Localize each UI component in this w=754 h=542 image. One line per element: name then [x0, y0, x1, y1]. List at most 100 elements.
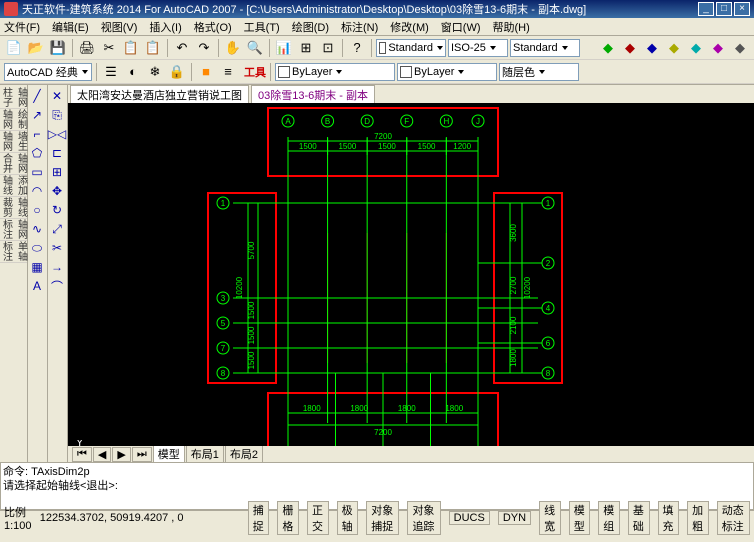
- pan-icon[interactable]: ✋: [223, 38, 243, 58]
- nav-prev-icon[interactable]: ◀: [93, 447, 111, 462]
- status-otrack[interactable]: 对象追踪: [407, 501, 440, 535]
- status-lwt[interactable]: 线宽: [539, 501, 561, 535]
- undo-icon[interactable]: ↶: [172, 38, 192, 58]
- side-add[interactable]: 添加轴线: [0, 175, 27, 197]
- copy2-icon[interactable]: ⎘: [48, 106, 66, 124]
- t7-icon[interactable]: ◆: [730, 38, 750, 58]
- layer-off-icon[interactable]: ◐: [123, 62, 143, 82]
- menu-format[interactable]: 格式(O): [194, 19, 232, 35]
- hatch-icon[interactable]: ▦: [28, 258, 46, 276]
- copy-icon[interactable]: 📋: [121, 38, 141, 58]
- menu-dim[interactable]: 标注(N): [341, 19, 378, 35]
- new-icon[interactable]: 📄: [4, 38, 24, 58]
- side-trim[interactable]: 轴线裁剪: [0, 197, 27, 219]
- tab-layout2[interactable]: 布局2: [225, 445, 263, 463]
- polyline-icon[interactable]: ⌐: [28, 125, 46, 143]
- status-ortho[interactable]: 正交: [307, 501, 329, 535]
- t2-icon[interactable]: ◆: [620, 38, 640, 58]
- polygon-icon[interactable]: ⬠: [28, 144, 46, 162]
- line-icon[interactable]: ╱: [28, 87, 46, 105]
- scale-icon[interactable]: ⤢: [48, 220, 66, 238]
- menu-view[interactable]: 视图(V): [101, 19, 138, 35]
- cut-icon[interactable]: ✂: [99, 38, 119, 58]
- side-axis[interactable]: 轴网柱子: [0, 87, 27, 109]
- menu-help[interactable]: 帮助(H): [493, 19, 530, 35]
- paste-icon[interactable]: 📋: [143, 38, 163, 58]
- layer-combo[interactable]: ByLayer: [275, 63, 395, 81]
- tab-model[interactable]: 模型: [153, 445, 185, 463]
- close-button[interactable]: ×: [734, 2, 750, 16]
- menu-draw[interactable]: 绘图(D): [292, 19, 329, 35]
- nav-next-icon[interactable]: ▶: [112, 447, 130, 462]
- print-icon[interactable]: 🖨: [77, 38, 97, 58]
- menu-window[interactable]: 窗口(W): [441, 19, 481, 35]
- rotate-icon[interactable]: ↻: [48, 201, 66, 219]
- menu-insert[interactable]: 插入(I): [149, 19, 181, 35]
- menu-file[interactable]: 文件(F): [4, 19, 40, 35]
- ellipse-icon[interactable]: ⬭: [28, 239, 46, 257]
- redo-icon[interactable]: ↷: [194, 38, 214, 58]
- nav-last-icon[interactable]: ⏭: [132, 447, 152, 462]
- maximize-button[interactable]: □: [716, 2, 732, 16]
- minimize-button[interactable]: _: [698, 2, 714, 16]
- open-icon[interactable]: 📂: [26, 38, 46, 58]
- t5-icon[interactable]: ◆: [686, 38, 706, 58]
- tool-palettes-icon[interactable]: ⊡: [318, 38, 338, 58]
- side-merge[interactable]: 轴网合并: [0, 153, 27, 175]
- menu-modify[interactable]: 修改(M): [390, 19, 429, 35]
- file-tab-2[interactable]: 03除雪13-6期末 - 副本: [251, 85, 375, 104]
- rect-icon[interactable]: ▭: [28, 163, 46, 181]
- status-model[interactable]: 模型: [569, 501, 591, 535]
- text-icon[interactable]: A: [28, 277, 46, 295]
- tab-layout1[interactable]: 布局1: [186, 445, 224, 463]
- nav-first-icon[interactable]: ⏮: [72, 447, 92, 462]
- spline-icon[interactable]: ∿: [28, 220, 46, 238]
- status-snap[interactable]: 捕捉: [248, 501, 270, 535]
- menu-tools[interactable]: 工具(T): [244, 19, 280, 35]
- layer-manager-icon[interactable]: ☰: [101, 62, 121, 82]
- menu-edit[interactable]: 编辑(E): [52, 19, 89, 35]
- status-bold[interactable]: 加粗: [687, 501, 709, 535]
- side-dim[interactable]: 轴网标注: [0, 219, 27, 241]
- drawing-canvas[interactable]: ABDFHJ150015001500150012007200ACEGJ18001…: [68, 103, 754, 446]
- layer-lock-icon[interactable]: 🔒: [167, 62, 187, 82]
- side-wall-axis[interactable]: 墙生轴网: [0, 131, 27, 153]
- color-combo[interactable]: ByLayer: [397, 63, 497, 81]
- status-mg[interactable]: 模组: [598, 501, 620, 535]
- t3-icon[interactable]: ◆: [642, 38, 662, 58]
- side-single[interactable]: 单轴标注: [0, 241, 27, 263]
- status-ducs[interactable]: DUCS: [449, 511, 490, 525]
- extend-icon[interactable]: →: [48, 258, 66, 276]
- t6-icon[interactable]: ◆: [708, 38, 728, 58]
- help-icon[interactable]: ?: [347, 38, 367, 58]
- zoom-icon[interactable]: 🔍: [245, 38, 265, 58]
- status-polar[interactable]: 极轴: [337, 501, 359, 535]
- array-icon[interactable]: ⊞: [48, 163, 66, 181]
- fillet-icon[interactable]: ⌒: [48, 277, 66, 295]
- t4-icon[interactable]: ◆: [664, 38, 684, 58]
- side-draw-axis[interactable]: 绘制轴网: [0, 109, 27, 131]
- erase-icon[interactable]: ✕: [48, 87, 66, 105]
- status-fill[interactable]: 填充: [658, 501, 680, 535]
- linetype-combo[interactable]: 随层色: [499, 63, 579, 81]
- color-icon[interactable]: ■: [196, 62, 216, 82]
- txtstyle-combo[interactable]: ISO-25: [448, 39, 508, 57]
- trim-icon[interactable]: ✂: [48, 239, 66, 257]
- mirror-icon[interactable]: ▷◁: [48, 125, 66, 143]
- layer-freeze-icon[interactable]: ❄: [145, 62, 165, 82]
- workspace-combo[interactable]: AutoCAD 经典: [4, 63, 92, 81]
- status-grid[interactable]: 栅格: [277, 501, 299, 535]
- linetype-icon[interactable]: ≡: [218, 62, 238, 82]
- arc-icon[interactable]: ◠: [28, 182, 46, 200]
- design-center-icon[interactable]: ⊞: [296, 38, 316, 58]
- save-icon[interactable]: 💾: [48, 38, 68, 58]
- status-dynlabel[interactable]: 动态标注: [717, 501, 750, 535]
- circle-icon[interactable]: ○: [28, 201, 46, 219]
- tblstyle-combo[interactable]: Standard: [510, 39, 580, 57]
- offset-icon[interactable]: ⊏: [48, 144, 66, 162]
- move-icon[interactable]: ✥: [48, 182, 66, 200]
- status-dyn[interactable]: DYN: [498, 511, 531, 525]
- status-osnap[interactable]: 对象捕捉: [366, 501, 399, 535]
- ray-icon[interactable]: ↗: [28, 106, 46, 124]
- properties-icon[interactable]: 📊: [274, 38, 294, 58]
